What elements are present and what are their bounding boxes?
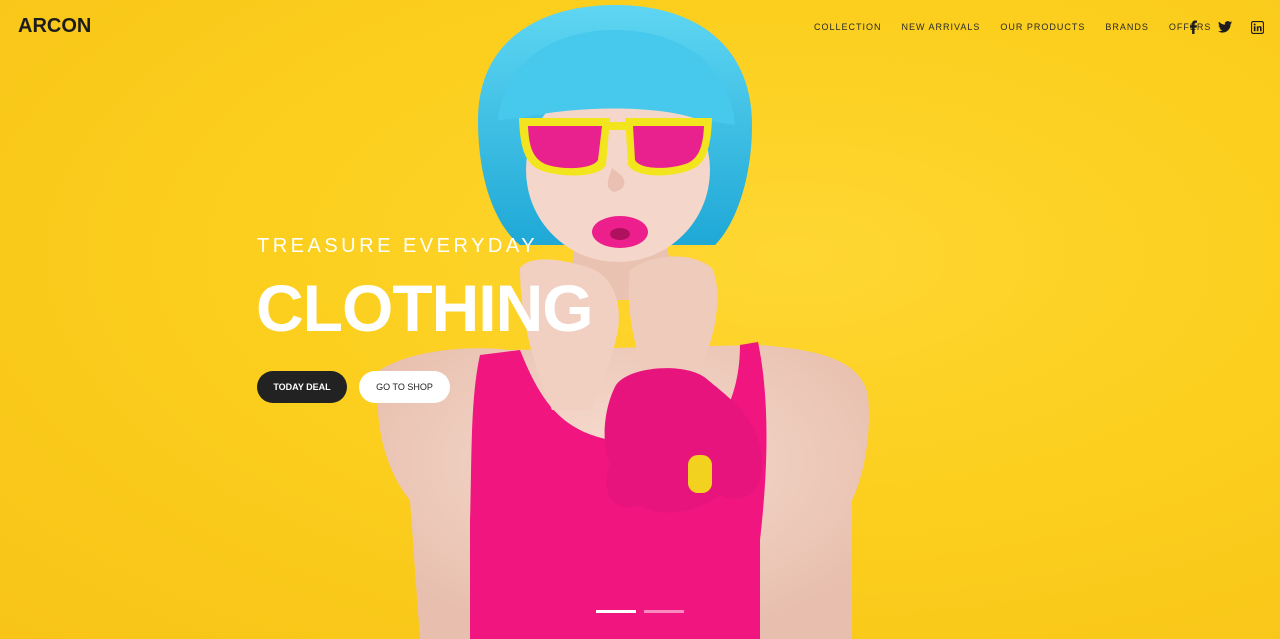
linkedin-icon[interactable]: [1248, 18, 1266, 36]
main-nav: COLLECTION NEW ARRIVALS OUR PRODUCTS BRA…: [804, 21, 1221, 33]
brand-logo[interactable]: ARCON: [18, 15, 91, 38]
facebook-icon[interactable]: [1184, 18, 1202, 36]
hero-section: ARCON COLLECTION NEW ARRIVALS OUR PRODUC…: [0, 0, 1280, 639]
slide-indicator-2[interactable]: [644, 610, 684, 613]
nav-item-our-products[interactable]: OUR PRODUCTS: [1000, 21, 1085, 33]
hero-headline: CLOTHING: [256, 271, 594, 345]
hero-tagline: TREASURE EVERYDAY: [257, 235, 539, 257]
twitter-icon[interactable]: [1216, 18, 1234, 36]
slide-indicator-1[interactable]: [596, 610, 636, 613]
nav-item-new-arrivals[interactable]: NEW ARRIVALS: [902, 21, 981, 33]
go-to-shop-button[interactable]: GO TO SHOP: [359, 371, 450, 403]
nav-item-brands[interactable]: BRANDS: [1105, 21, 1149, 33]
hero-model-image: [377, 5, 869, 639]
social-links: [1184, 18, 1266, 36]
today-deal-button[interactable]: TODAY DEAL: [257, 371, 347, 403]
nav-item-collection[interactable]: COLLECTION: [814, 21, 882, 33]
slider-pagination: [596, 610, 684, 613]
